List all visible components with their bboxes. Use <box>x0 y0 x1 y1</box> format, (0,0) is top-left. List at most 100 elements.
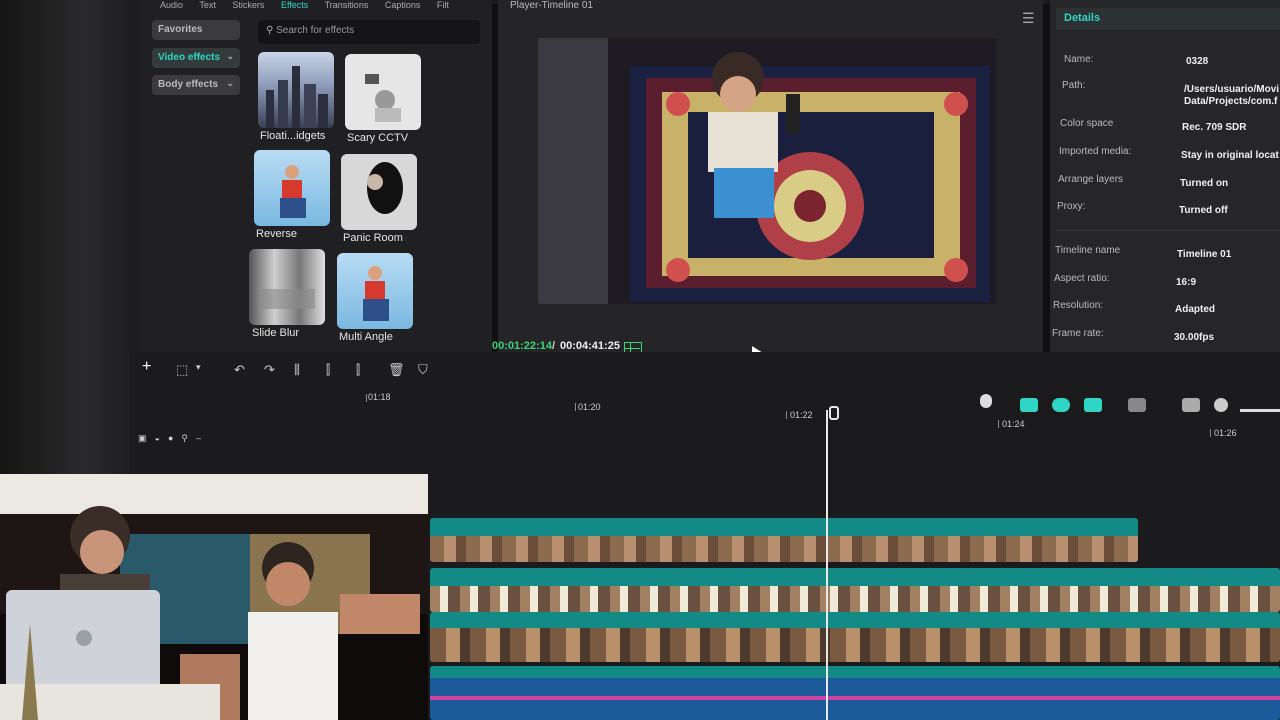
ruler-tick <box>786 411 787 419</box>
search-placeholder: Search for effects <box>276 25 355 36</box>
clip-header <box>430 666 1280 678</box>
detail-value: 0328 <box>1186 56 1209 67</box>
ruler-tick <box>998 420 999 428</box>
audio-icon[interactable] <box>1128 398 1146 412</box>
effect-thumb-multi-angle[interactable] <box>337 253 413 329</box>
effect-thumb-scary-cctv[interactable] <box>345 54 421 130</box>
ruler-label: 01:26 <box>1214 428 1237 438</box>
playhead-handle[interactable] <box>829 406 839 420</box>
menu-icon[interactable]: ☰ <box>1022 10 1035 27</box>
detail-value: 30.00fps <box>1174 332 1215 343</box>
video-track-clip[interactable] <box>430 568 1280 612</box>
effect-thumb-floating-widgets[interactable] <box>258 52 334 128</box>
tab-captions[interactable]: Captions <box>385 0 421 10</box>
monitor-bezel <box>0 0 140 480</box>
sidebar-item-favorites[interactable]: Favorites <box>152 20 240 40</box>
search-input[interactable]: ⚲ Search for effects <box>258 20 480 44</box>
detail-key: Aspect ratio: <box>1054 273 1110 284</box>
sidebar-item-label: Body effects <box>158 79 219 90</box>
sidebar-item-body-effects[interactable]: Body effects ⌄ <box>152 75 240 95</box>
person-icon <box>363 266 389 321</box>
screen-photo: Audio Text Stickers Effects Transitions … <box>0 0 1280 720</box>
audio-track-clip[interactable] <box>430 666 1280 720</box>
select-icon[interactable]: ⬚ <box>176 362 188 378</box>
track-header-icons[interactable]: ▣◒●⚲– <box>138 433 209 444</box>
preview-icon[interactable] <box>1182 398 1200 412</box>
waveform-line <box>430 696 1280 700</box>
zoom-out-icon[interactable] <box>1214 398 1228 412</box>
clip-thumbnails <box>430 536 1138 562</box>
detail-value: Timeline 01 <box>1177 249 1232 260</box>
zoom-slider[interactable] <box>1240 409 1280 412</box>
ruler-label: 01:22 <box>790 410 813 420</box>
detail-key: Timeline name <box>1055 245 1121 256</box>
effect-label: Panic Room <box>343 232 403 244</box>
detail-value: Turned on <box>1180 178 1229 189</box>
microphone-icon[interactable] <box>980 394 992 408</box>
details-header: Details <box>1056 8 1280 30</box>
chevron-down-icon[interactable]: ▾ <box>196 362 201 373</box>
detail-value: /Users/usuario/Movi Data/Projects/com.f <box>1184 84 1280 107</box>
total-timecode: 00:04:41:25 <box>560 340 620 352</box>
detail-value: Adapted <box>1175 304 1215 315</box>
detail-key: Name: <box>1064 54 1094 65</box>
chevron-down-icon: ⌄ <box>226 78 234 88</box>
webcam-frame <box>0 474 428 720</box>
undo-icon[interactable]: ↶ <box>234 362 245 378</box>
sidebar-item-video-effects[interactable]: Video effects ⌄ <box>152 48 240 68</box>
detail-value: Turned off <box>1179 205 1228 216</box>
tab-stickers[interactable]: Stickers <box>232 0 264 10</box>
detail-key: Color space <box>1060 118 1114 129</box>
link-icon[interactable] <box>1084 398 1102 412</box>
detail-key: Imported media: <box>1059 146 1132 157</box>
tab-transitions[interactable]: Transitions <box>325 0 369 10</box>
delete-icon[interactable]: 🗑 <box>388 362 405 378</box>
sidebar-item-label: Video effects <box>158 52 221 63</box>
snap-icon[interactable] <box>1052 398 1070 412</box>
effect-label: Reverse <box>256 228 297 240</box>
video-preview[interactable] <box>538 38 996 304</box>
ruler-tick <box>1210 429 1211 437</box>
video-track-clip[interactable] <box>430 518 1138 562</box>
ruler-label: 01:20 <box>578 402 601 412</box>
tab-text[interactable]: Text <box>199 0 216 10</box>
media-tabbar: Audio Text Stickers Effects Transitions … <box>160 0 490 10</box>
detail-value: 16:9 <box>1176 277 1197 288</box>
clip-thumbnails <box>430 628 1280 662</box>
split-icon[interactable]: ⫼ <box>294 362 300 378</box>
detail-key: Frame rate: <box>1052 328 1104 339</box>
add-icon[interactable]: + <box>142 358 151 376</box>
video-frame <box>538 38 996 304</box>
effect-thumb-panic-room[interactable] <box>341 154 417 230</box>
trim-right-icon[interactable]: ⫿ <box>356 362 360 378</box>
tab-filters[interactable]: Filt <box>437 0 449 10</box>
detail-value: Stay in original locat <box>1181 150 1279 161</box>
current-timecode: 00:01:22:14 <box>492 340 552 352</box>
cctv-icon <box>365 74 401 122</box>
woman-icon <box>367 162 403 214</box>
details-divider <box>1056 230 1280 231</box>
effect-label: Scary CCTV <box>347 132 409 144</box>
detail-key: Arrange layers <box>1058 174 1124 185</box>
detail-key: Proxy: <box>1057 201 1086 212</box>
sidebar-item-label: Favorites <box>158 24 203 35</box>
detail-key: Resolution: <box>1053 300 1104 311</box>
redo-icon[interactable]: ↷ <box>264 362 275 378</box>
magnet-icon[interactable] <box>1020 398 1038 412</box>
timecode-separator: / <box>552 340 556 352</box>
clip-thumbnails <box>430 586 1280 612</box>
effect-label: Slide Blur <box>252 327 300 339</box>
trim-left-icon[interactable]: ⫿ <box>326 362 330 378</box>
effect-label: Floati...idgets <box>260 130 326 142</box>
effect-thumb-reverse[interactable] <box>254 150 330 226</box>
playhead[interactable] <box>826 410 828 720</box>
ruler-label: 01:24 <box>1002 419 1025 429</box>
effect-label: Multi Angle <box>339 331 393 343</box>
tab-audio[interactable]: Audio <box>160 0 183 10</box>
effect-thumb-slide-blur[interactable] <box>249 249 325 325</box>
search-icon: ⚲ <box>266 25 274 36</box>
marker-icon[interactable]: ⛉ <box>418 362 428 378</box>
tab-effects[interactable]: Effects <box>281 0 308 10</box>
ruler-label: 01:18 <box>368 392 391 402</box>
video-track-clip[interactable] <box>430 612 1280 662</box>
